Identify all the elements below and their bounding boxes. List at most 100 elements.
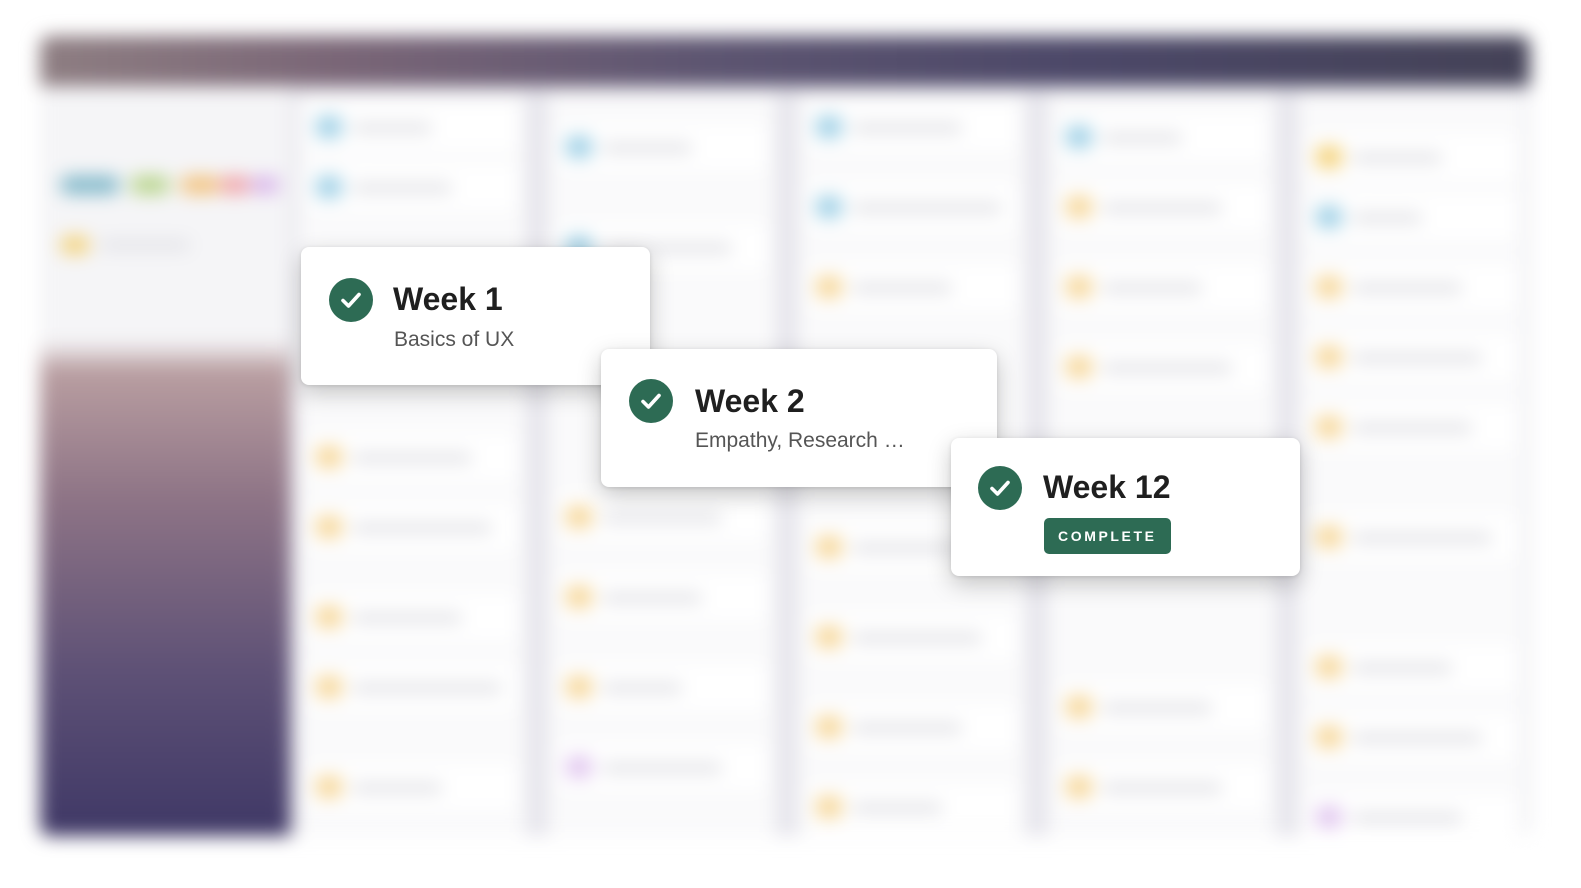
ghost-card <box>808 104 1016 150</box>
ghost-card <box>1308 714 1516 760</box>
ghost-card <box>308 164 516 210</box>
sidebar-label-chip <box>60 176 120 194</box>
ghost-card-dot <box>816 716 842 738</box>
check-circle-icon <box>329 278 373 322</box>
ghost-card-line <box>602 144 692 152</box>
ghost-card-line <box>352 614 462 622</box>
ghost-card-line <box>852 724 962 732</box>
ghost-card-line <box>1352 814 1462 822</box>
ghost-card-dot <box>1066 126 1092 148</box>
ghost-card-dot <box>1066 276 1092 298</box>
ghost-card-dot <box>1316 206 1342 228</box>
week-title: Week 1 <box>393 281 503 317</box>
ghost-card-line <box>352 684 502 692</box>
ghost-card-dot <box>1316 276 1342 298</box>
ghost-card-line <box>1102 784 1222 792</box>
ghost-card-dot <box>1316 526 1342 548</box>
ghost-card-dot <box>1316 726 1342 748</box>
ghost-card-line <box>852 124 962 132</box>
ghost-card <box>1308 514 1516 560</box>
ghost-card <box>558 744 766 790</box>
week-title: Week 2 <box>695 383 805 419</box>
ghost-card-line <box>602 514 722 522</box>
ghost-card-dot <box>316 606 342 628</box>
ghost-card <box>308 504 516 550</box>
ghost-card <box>1058 264 1266 310</box>
ghost-card-line <box>852 634 982 642</box>
week-subtitle: Basics of UX <box>394 328 515 351</box>
ghost-card <box>1308 194 1516 240</box>
ghost-card-line <box>1352 534 1492 542</box>
ghost-card <box>558 574 766 620</box>
ghost-card-dot <box>316 176 342 198</box>
ghost-card-line <box>602 684 682 692</box>
ghost-card-line <box>352 454 472 462</box>
ghost-card-dot <box>1316 416 1342 438</box>
ghost-card-dot <box>816 276 842 298</box>
ghost-card-line <box>852 204 1002 212</box>
week-card[interactable]: Week 12 COMPLETE <box>951 438 1300 576</box>
sidebar-label-chip <box>60 236 90 254</box>
ghost-card <box>308 434 516 480</box>
ghost-card <box>1308 404 1516 450</box>
ghost-card-dot <box>1316 146 1342 168</box>
ghost-card <box>1058 684 1266 730</box>
ghost-card-dot <box>316 446 342 468</box>
ghost-card-line <box>1102 704 1212 712</box>
ghost-card <box>1058 114 1266 160</box>
ghost-card-dot <box>1316 346 1342 368</box>
sidebar-label-chip <box>250 176 280 194</box>
ghost-card <box>1308 644 1516 690</box>
ghost-card-dot <box>566 586 592 608</box>
board-column <box>298 94 526 836</box>
board-column <box>1298 94 1526 836</box>
board-top-bar <box>40 36 1530 86</box>
ghost-card <box>1058 184 1266 230</box>
ghost-card-line <box>352 184 452 192</box>
ghost-card-dot <box>816 796 842 818</box>
sidebar-label-chip <box>220 176 250 194</box>
ghost-card-dot <box>316 116 342 138</box>
ghost-card-dot <box>316 676 342 698</box>
ghost-card-line <box>852 284 952 292</box>
ghost-card <box>1058 344 1266 390</box>
ghost-card <box>808 704 1016 750</box>
ghost-card <box>308 764 516 810</box>
ghost-card-dot <box>566 506 592 528</box>
ghost-card <box>558 664 766 710</box>
ghost-card-dot <box>566 676 592 698</box>
ghost-card <box>1308 794 1516 836</box>
ghost-card-dot <box>1316 656 1342 678</box>
check-circle-icon <box>629 379 673 423</box>
ghost-card-line <box>1352 284 1462 292</box>
ghost-card <box>558 124 766 170</box>
ghost-card <box>1308 334 1516 380</box>
week-card[interactable]: Week 2 Empathy, Research … <box>601 349 997 487</box>
sidebar-label-chip <box>180 176 220 194</box>
ghost-card <box>308 594 516 640</box>
ghost-card <box>558 494 766 540</box>
check-circle-icon <box>978 466 1022 510</box>
ghost-card-line <box>352 124 432 132</box>
ghost-card-dot <box>1066 196 1092 218</box>
ghost-card <box>808 264 1016 310</box>
ghost-card-dot <box>1316 806 1342 828</box>
ghost-card-line <box>1102 134 1182 142</box>
ghost-card-line <box>352 524 492 532</box>
ghost-card-dot <box>1066 356 1092 378</box>
week-card[interactable]: Week 1 Basics of UX <box>301 247 650 385</box>
week-title: Week 12 <box>1043 469 1171 505</box>
ghost-card-line <box>1102 364 1232 372</box>
ghost-card-line <box>1352 214 1422 222</box>
sidebar-label-chip <box>130 176 170 194</box>
ghost-card <box>1308 134 1516 180</box>
status-badge: COMPLETE <box>1044 518 1171 554</box>
ghost-card <box>1308 264 1516 310</box>
ghost-card-dot <box>816 196 842 218</box>
ghost-card-line <box>1102 204 1222 212</box>
ghost-card <box>308 104 516 150</box>
ghost-card-line <box>1352 354 1482 362</box>
ghost-card-line <box>602 594 702 602</box>
week-subtitle: Empathy, Research … <box>695 429 905 452</box>
ghost-card-dot <box>316 776 342 798</box>
